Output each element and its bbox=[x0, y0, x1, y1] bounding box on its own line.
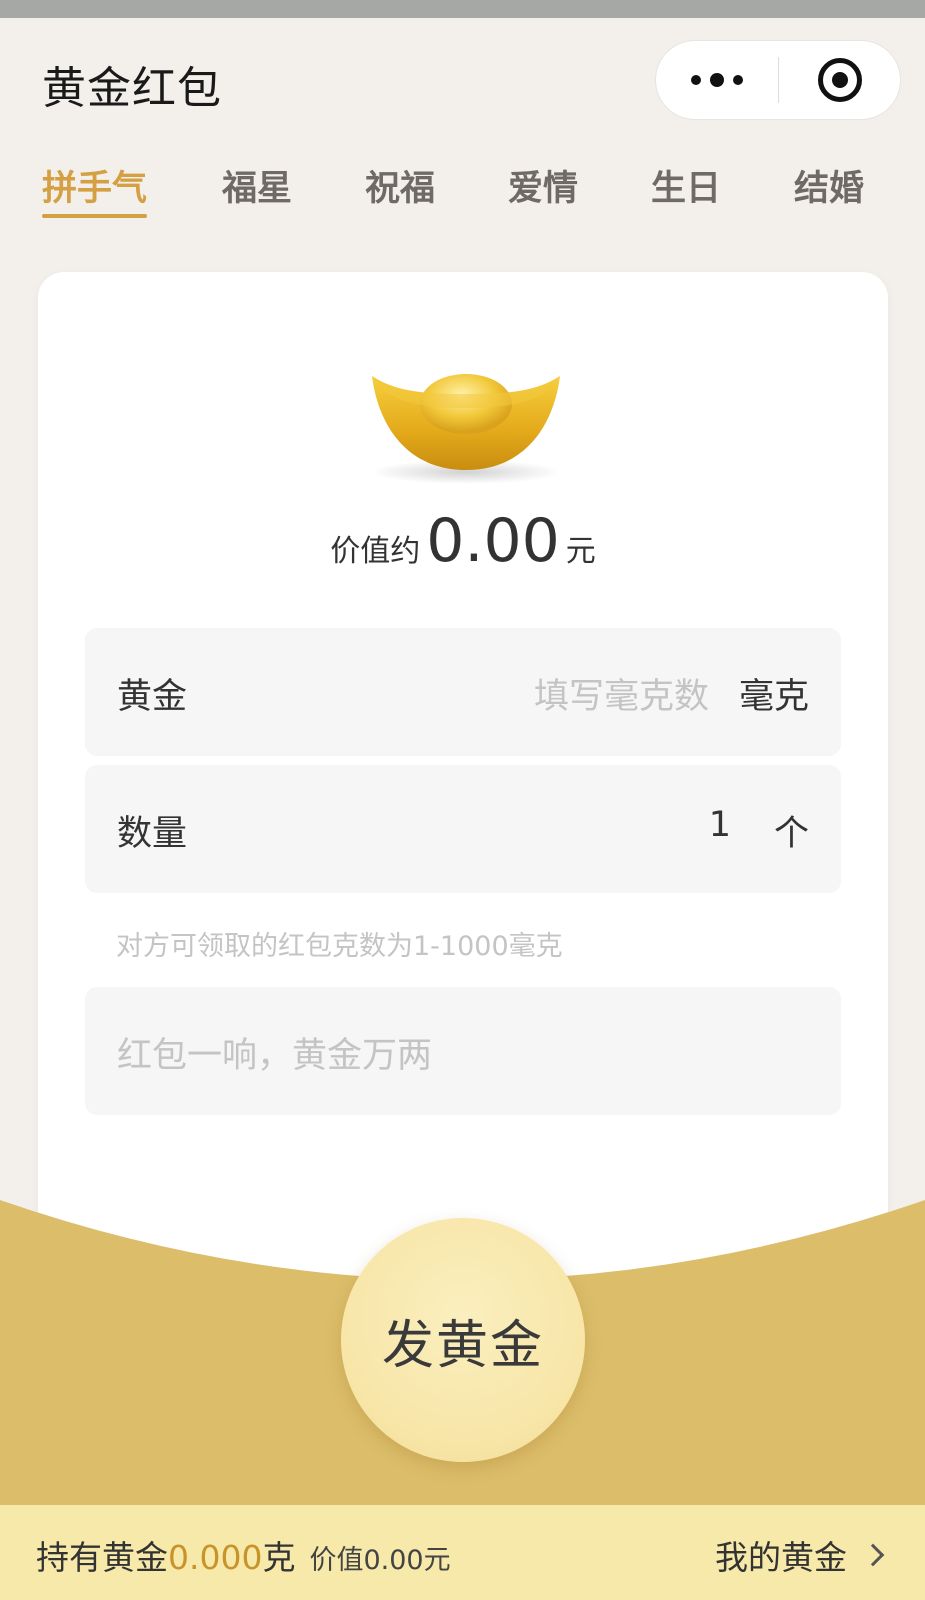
amount-hint: 对方可领取的红包克数为1-1000毫克 bbox=[116, 931, 563, 962]
tab-zhufu[interactable]: 祝福 bbox=[365, 160, 435, 211]
blessing-message-input[interactable]: 红包一响，黄金万两 bbox=[117, 1027, 432, 1078]
my-gold-label: 我的黄金 bbox=[715, 1538, 847, 1577]
tab-aiqing[interactable]: 爱情 bbox=[508, 160, 578, 211]
gold-field-unit: 毫克 bbox=[738, 677, 809, 717]
holdings-summary: 持有黄金 0.000 克价值0.00元 bbox=[36, 1531, 451, 1579]
holding-amount: 0.000 bbox=[168, 1538, 263, 1577]
gold-amount-input[interactable]: 填写毫克数 bbox=[534, 668, 709, 719]
holding-value: 价值0.00元 bbox=[309, 1545, 451, 1576]
value-unit: 元 bbox=[565, 534, 596, 569]
status-bar bbox=[0, 0, 925, 18]
chevron-right-icon bbox=[861, 1543, 885, 1567]
tab-pinshouqi[interactable]: 拼手气 bbox=[42, 160, 148, 218]
category-tabs: 拼手气 福星 祝福 爱情 生日 结婚 bbox=[0, 160, 925, 230]
quantity-field-label: 数量 bbox=[117, 814, 188, 854]
estimated-value: 价值约 0.00 元 bbox=[38, 506, 888, 576]
send-gold-label: 发黄金 bbox=[381, 1315, 544, 1376]
more-dots-icon[interactable] bbox=[656, 41, 778, 119]
quantity-input[interactable]: 1 bbox=[709, 805, 731, 845]
value-prefix: 价值约 bbox=[330, 534, 421, 569]
title-bar: 黄金红包 bbox=[0, 18, 925, 143]
blessing-message-field[interactable]: 红包一响，黄金万两 bbox=[85, 987, 841, 1115]
holdings-footer: 持有黄金 0.000 克价值0.00元 我的黄金 bbox=[0, 1505, 925, 1600]
quantity-field-unit: 个 bbox=[773, 814, 809, 854]
tab-shengri[interactable]: 生日 bbox=[651, 160, 721, 211]
holding-unit: 克 bbox=[262, 1538, 296, 1577]
quantity-field[interactable]: 数量 1 个 bbox=[85, 765, 841, 893]
value-amount: 0.00 bbox=[426, 506, 560, 576]
gold-ingot-icon bbox=[371, 374, 561, 484]
gold-amount-field[interactable]: 黄金 填写毫克数 毫克 bbox=[85, 628, 841, 756]
tab-fuxing[interactable]: 福星 bbox=[222, 160, 292, 211]
tab-jiehun[interactable]: 结婚 bbox=[794, 160, 864, 211]
target-icon[interactable] bbox=[779, 41, 901, 119]
page-title: 黄金红包 bbox=[42, 63, 222, 114]
holding-prefix: 持有黄金 bbox=[36, 1538, 168, 1577]
send-gold-button[interactable]: 发黄金 bbox=[341, 1218, 585, 1462]
mini-program-capsule bbox=[655, 40, 901, 120]
gold-field-label: 黄金 bbox=[117, 677, 188, 717]
my-gold-link[interactable]: 我的黄金 bbox=[715, 1531, 885, 1579]
